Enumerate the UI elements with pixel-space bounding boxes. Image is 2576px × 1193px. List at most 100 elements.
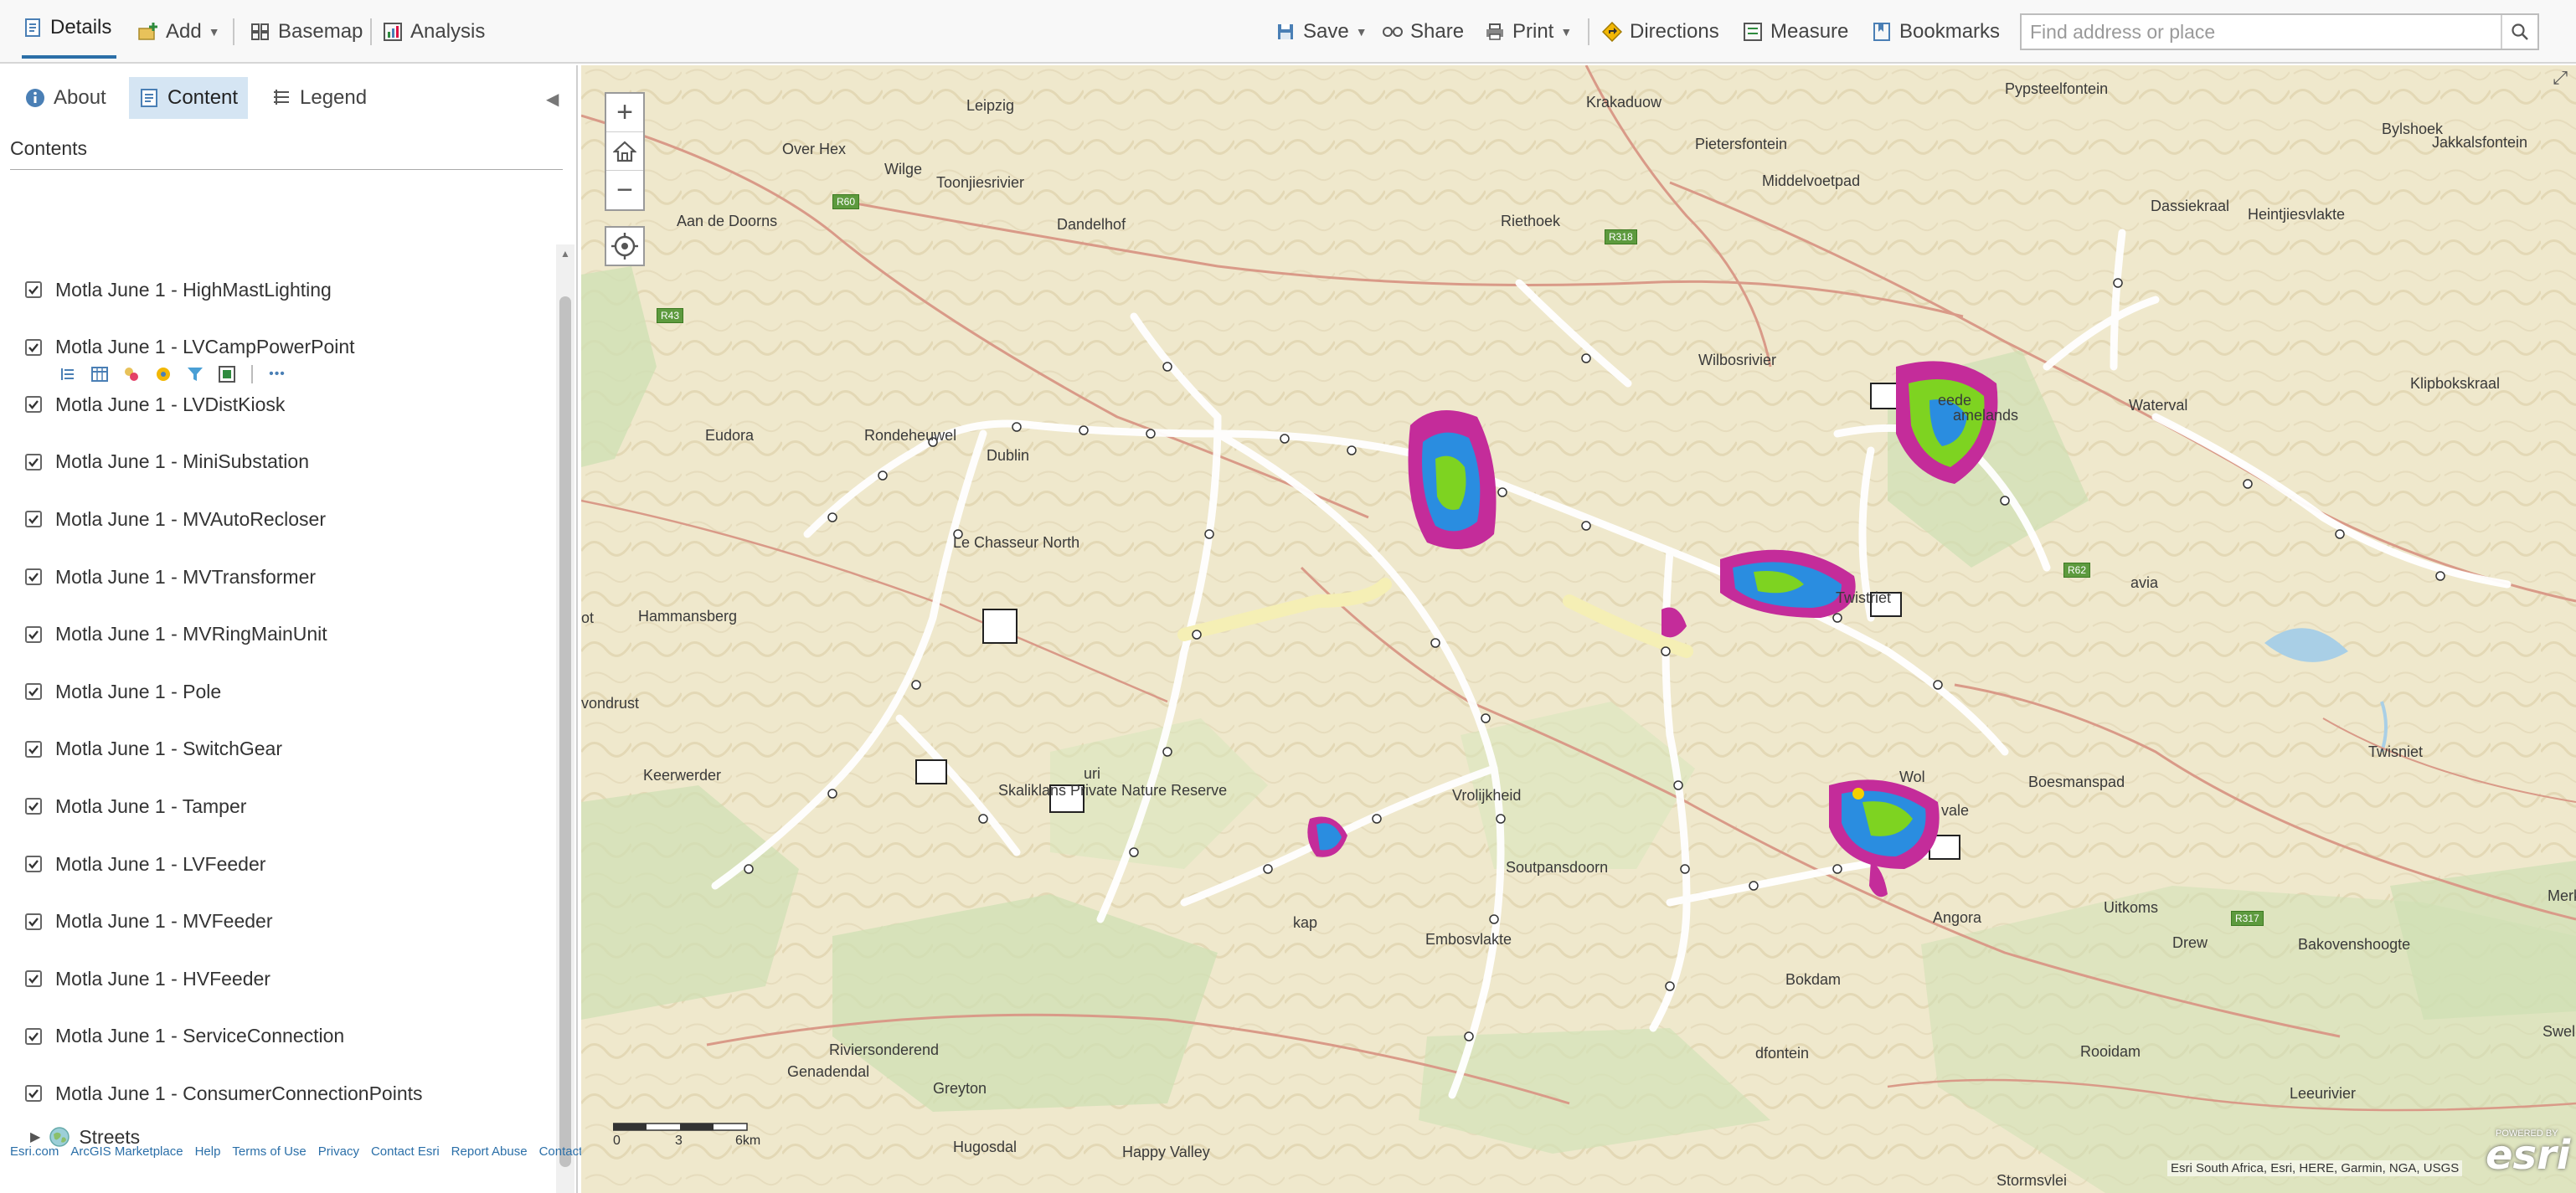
show-legend-icon[interactable] xyxy=(55,363,80,386)
analysis-button[interactable]: Analysis xyxy=(382,0,485,64)
esri-logo: esri xyxy=(2486,1132,2571,1179)
place-label: Hammansberg xyxy=(638,608,738,625)
map-view[interactable]: Leipzig Krakaduow Pypsteelfontein Bylshoek J… xyxy=(581,65,2576,1193)
layer-item[interactable]: Motla June 1 - MVRingMainUnit xyxy=(25,618,327,651)
layer-visibility-checkbox[interactable] xyxy=(25,856,42,872)
footer-link[interactable]: Report Abuse xyxy=(451,1144,528,1159)
layer-label: Motla June 1 - LVFeeder xyxy=(55,852,266,875)
layer-item[interactable]: Motla June 1 - MVAutoRecloser xyxy=(25,502,326,536)
layer-item[interactable]: Motla June 1 - LVFeeder xyxy=(25,847,265,881)
place-label: Jakkalsfontein xyxy=(2432,134,2528,151)
scroll-thumb[interactable] xyxy=(559,296,571,1167)
layer-visibility-checkbox[interactable] xyxy=(25,511,42,528)
place-label: Aan de Doorns xyxy=(677,213,778,229)
chevron-down-icon: ▼ xyxy=(1560,25,1573,39)
search-input[interactable] xyxy=(2022,15,2501,49)
layer-item[interactable]: Motla June 1 - MiniSubstation xyxy=(25,445,309,479)
layer-visibility-checkbox[interactable] xyxy=(25,740,42,758)
fullscreen-icon[interactable]: ⤢ xyxy=(2553,67,2568,89)
footer-link[interactable]: Privacy xyxy=(318,1144,359,1159)
place-label: Riethoek xyxy=(1501,213,1561,229)
perform-analysis-icon[interactable] xyxy=(151,363,176,386)
directions-button[interactable]: Directions xyxy=(1601,0,1719,64)
measure-button[interactable]: Measure xyxy=(1742,0,1848,64)
measure-icon xyxy=(1742,21,1764,43)
layer-item[interactable]: Motla June 1 - ConsumerConnectionPoints xyxy=(25,1077,423,1110)
bookmarks-button[interactable]: Bookmarks xyxy=(1871,0,2000,64)
layer-item[interactable]: Motla June 1 - SwitchGear xyxy=(25,733,282,766)
home-button[interactable] xyxy=(606,132,643,171)
details-button[interactable]: Details xyxy=(22,0,117,59)
layer-visibility-checkbox[interactable] xyxy=(25,1085,42,1103)
tab-content[interactable]: Content xyxy=(129,77,249,119)
layer-visibility-checkbox[interactable] xyxy=(25,338,42,356)
save-button[interactable]: Save ▼ xyxy=(1275,0,1368,64)
place-label: Over Hex xyxy=(782,141,847,157)
place-label: Pietersfontein xyxy=(1695,136,1788,152)
place-label: Le Chasseur North xyxy=(953,534,1080,551)
filter-icon[interactable] xyxy=(183,363,208,386)
place-label: avia xyxy=(2130,574,2159,591)
place-label: Twisniet xyxy=(2368,743,2424,760)
layer-item[interactable]: Motla June 1 - ServiceConnection xyxy=(25,1020,344,1053)
scroll-up-icon[interactable]: ▲ xyxy=(556,244,574,263)
basemap-button[interactable]: Basemap xyxy=(250,0,363,64)
print-button[interactable]: Print ▼ xyxy=(1484,0,1572,64)
layer-item[interactable]: Motla June 1 - MVFeeder xyxy=(25,905,273,938)
tab-about[interactable]: About xyxy=(15,77,116,119)
search-button[interactable] xyxy=(2501,15,2537,49)
layer-visibility-checkbox[interactable] xyxy=(25,568,42,585)
layer-item[interactable]: Motla June 1 - LVCampPowerPoint xyxy=(25,331,355,364)
more-options-icon[interactable]: ••• xyxy=(265,363,290,386)
zoom-out-button[interactable]: − xyxy=(606,171,643,209)
scale-label-0: 0 xyxy=(613,1134,621,1148)
share-button[interactable]: Share xyxy=(1382,0,1464,64)
add-label: Add xyxy=(166,20,202,43)
layer-visibility-checkbox[interactable] xyxy=(25,396,42,414)
table-icon[interactable] xyxy=(87,363,112,386)
layer-item[interactable]: Motla June 1 - Pole xyxy=(25,675,221,708)
scale-label-6km: 6km xyxy=(735,1134,761,1148)
layer-list-scrollbar[interactable]: ▲ ▼ xyxy=(556,244,574,1193)
place-label: Rondeheuwel xyxy=(864,427,957,444)
locate-button[interactable] xyxy=(605,226,645,266)
collapse-panel-icon[interactable]: ◀ xyxy=(546,89,559,110)
footer-link[interactable]: ArcGIS Marketplace xyxy=(70,1144,183,1159)
details-label: Details xyxy=(50,16,112,39)
footer-link[interactable]: Esri.com xyxy=(10,1144,59,1159)
footer-link[interactable]: Terms of Use xyxy=(232,1144,306,1159)
tab-legend[interactable]: Legend xyxy=(261,77,377,119)
footer-link[interactable]: Help xyxy=(195,1144,221,1159)
zoom-in-button[interactable]: + xyxy=(606,94,643,132)
layer-visibility-checkbox[interactable] xyxy=(25,798,42,815)
layer-visibility-checkbox[interactable] xyxy=(25,913,42,930)
layer-visibility-checkbox[interactable] xyxy=(25,281,42,298)
place-label: Bakovenshoogte xyxy=(2298,936,2411,953)
layer-visibility-checkbox[interactable] xyxy=(25,1027,42,1045)
tab-legend-label: Legend xyxy=(300,86,368,109)
layer-item[interactable]: Motla June 1 - HVFeeder xyxy=(25,962,270,995)
place-label: ot xyxy=(581,609,595,626)
contents-heading: Contents xyxy=(10,137,88,159)
place-label: Pypsteelfontein xyxy=(2005,80,2109,97)
road-shield: R60 xyxy=(832,194,860,209)
contents-divider xyxy=(10,169,563,170)
layer-visibility-checkbox[interactable] xyxy=(25,453,42,471)
change-style-icon[interactable] xyxy=(119,363,144,386)
place-label: Eudora xyxy=(705,427,755,444)
layer-item[interactable]: Motla June 1 - MVTransformer xyxy=(25,560,316,594)
layer-visibility-checkbox[interactable] xyxy=(25,683,42,701)
layer-visibility-checkbox[interactable] xyxy=(25,625,42,643)
layer-visibility-checkbox[interactable] xyxy=(25,970,42,988)
layer-item[interactable]: Motla June 1 - Tamper xyxy=(25,789,246,823)
layer-item[interactable]: Motla June 1 - HighMastLighting xyxy=(25,273,332,306)
place-label: Wol xyxy=(1899,769,1925,785)
layer-item[interactable]: Motla June 1 - LVDistKiosk xyxy=(25,388,285,421)
add-button[interactable]: Add ▼ xyxy=(137,0,220,64)
footer-link[interactable]: Contact Esri xyxy=(371,1144,440,1159)
create-view-icon[interactable] xyxy=(214,363,240,386)
place-label: Dandelhof xyxy=(1057,216,1126,233)
layer-label: Motla June 1 - Tamper xyxy=(55,794,247,817)
place-label: Hugosdal xyxy=(953,1139,1018,1155)
search-box xyxy=(2020,13,2539,50)
